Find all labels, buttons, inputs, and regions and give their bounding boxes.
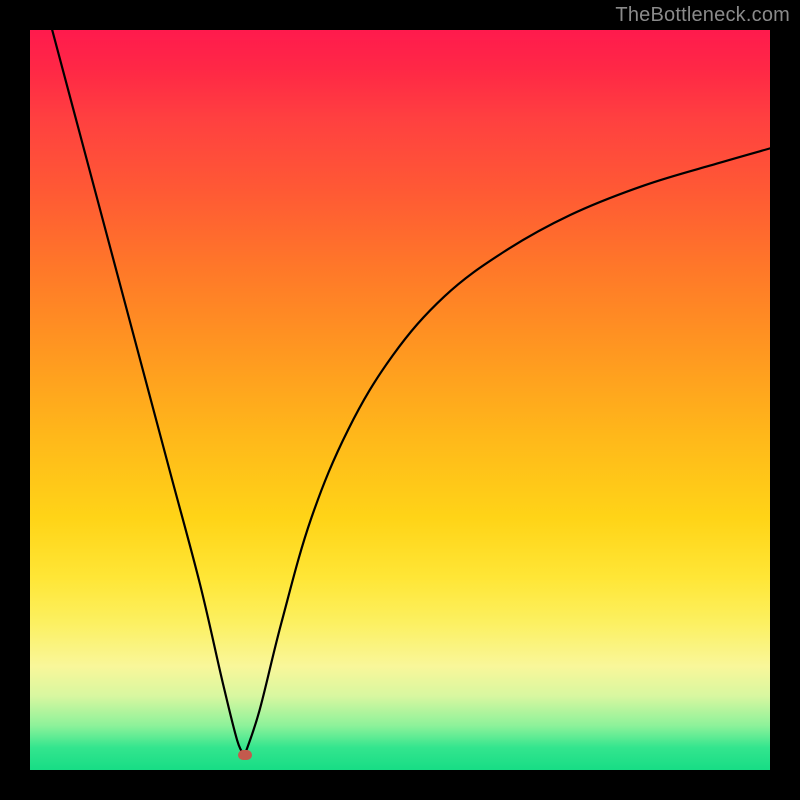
chart-frame: TheBottleneck.com (0, 0, 800, 800)
minimum-marker (238, 750, 252, 760)
left-branch-path (52, 30, 244, 755)
right-branch-path (245, 148, 770, 755)
plot-area (30, 30, 770, 770)
curve-layer (30, 30, 770, 770)
watermark-text: TheBottleneck.com (615, 4, 790, 27)
